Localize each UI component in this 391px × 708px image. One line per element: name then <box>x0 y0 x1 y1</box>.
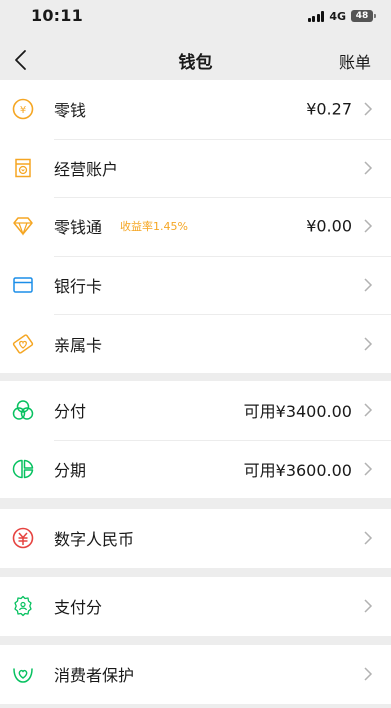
signal-icon <box>307 10 325 22</box>
wallet-section-balance: ¥ 零钱 ¥0.27 经营账户 零钱通 收益率1.45% ¥0.00 银行卡 亲… <box>0 80 391 373</box>
item-label: 支付分 <box>54 598 103 618</box>
digital-rmb-icon <box>12 527 34 549</box>
wallet-item-change[interactable]: ¥ 零钱 ¥0.27 <box>0 80 391 139</box>
business-account-icon <box>15 158 31 178</box>
fenfu-icon <box>12 400 34 421</box>
status-indicators: 4G 48 <box>307 8 376 24</box>
diamond-icon <box>13 217 33 237</box>
item-label: 零钱通 <box>54 218 103 238</box>
chevron-right-icon <box>364 462 373 476</box>
svg-text:¥: ¥ <box>20 105 26 116</box>
wallet-section-credit: 分付 可用¥3400.00 分期 可用¥3600.00 <box>0 381 391 499</box>
status-time: 10:11 <box>31 6 83 25</box>
wallet-item-installment[interactable]: 分期 可用¥3600.00 <box>0 439 391 499</box>
family-card-icon <box>12 334 34 354</box>
item-label: 分付 <box>54 402 87 422</box>
item-value: 可用¥3600.00 <box>243 460 352 480</box>
yuan-coin-icon: ¥ <box>12 98 34 120</box>
item-label: 数字人民币 <box>54 530 135 550</box>
wallet-item-family-card[interactable]: 亲属卡 <box>0 314 391 373</box>
wallet-item-fenfu[interactable]: 分付 可用¥3400.00 <box>0 381 391 440</box>
yield-rate-tag: 收益率1.45% <box>120 220 188 234</box>
wallet-item-lingqiantong[interactable]: 零钱通 收益率1.45% ¥0.00 <box>0 197 391 256</box>
nav-bar: 钱包 账单 <box>0 40 391 80</box>
chevron-right-icon <box>364 599 373 613</box>
chevron-right-icon <box>364 667 373 681</box>
item-label: 零钱 <box>54 101 87 121</box>
item-value: 可用¥3400.00 <box>243 402 352 422</box>
chevron-right-icon <box>364 531 373 545</box>
item-label: 经营账户 <box>54 159 119 179</box>
network-type: 4G <box>329 9 346 23</box>
wallet-item-pay-score[interactable]: 支付分 <box>0 577 391 636</box>
page-title: 钱包 <box>178 53 213 73</box>
chevron-right-icon <box>364 403 373 417</box>
battery-level: 48 <box>355 11 369 21</box>
wallet-section-pay-score: 支付分 <box>0 577 391 636</box>
chevron-right-icon <box>364 337 373 351</box>
wallet-item-consumer-protection[interactable]: 消费者保护 <box>0 645 391 704</box>
bank-card-icon <box>13 277 33 293</box>
chevron-right-icon <box>364 102 373 116</box>
chevron-right-icon <box>364 219 373 234</box>
wallet-item-bank-card[interactable]: 银行卡 <box>0 255 391 315</box>
item-label: 消费者保护 <box>54 666 135 686</box>
battery-icon: 48 <box>351 10 376 22</box>
consumer-protection-icon <box>13 668 33 684</box>
item-label: 分期 <box>54 460 87 480</box>
item-value: ¥0.00 <box>306 216 352 236</box>
chevron-right-icon <box>364 161 373 175</box>
item-label: 亲属卡 <box>54 335 103 355</box>
item-value: ¥0.27 <box>306 99 352 119</box>
wallet-section-consumer-protection: 消费者保护 <box>0 645 391 704</box>
wallet-item-business-account[interactable]: 经营账户 <box>0 138 391 198</box>
wallet-section-digital-rmb: 数字人民币 <box>0 509 391 568</box>
status-bar: 10:11 4G 48 <box>0 0 391 40</box>
wallet-item-digital-rmb[interactable]: 数字人民币 <box>0 509 391 568</box>
bill-button[interactable]: 账单 <box>339 49 371 73</box>
installment-icon <box>12 459 34 479</box>
chevron-right-icon <box>364 278 373 292</box>
pay-score-icon <box>14 596 32 617</box>
item-label: 银行卡 <box>54 277 103 297</box>
